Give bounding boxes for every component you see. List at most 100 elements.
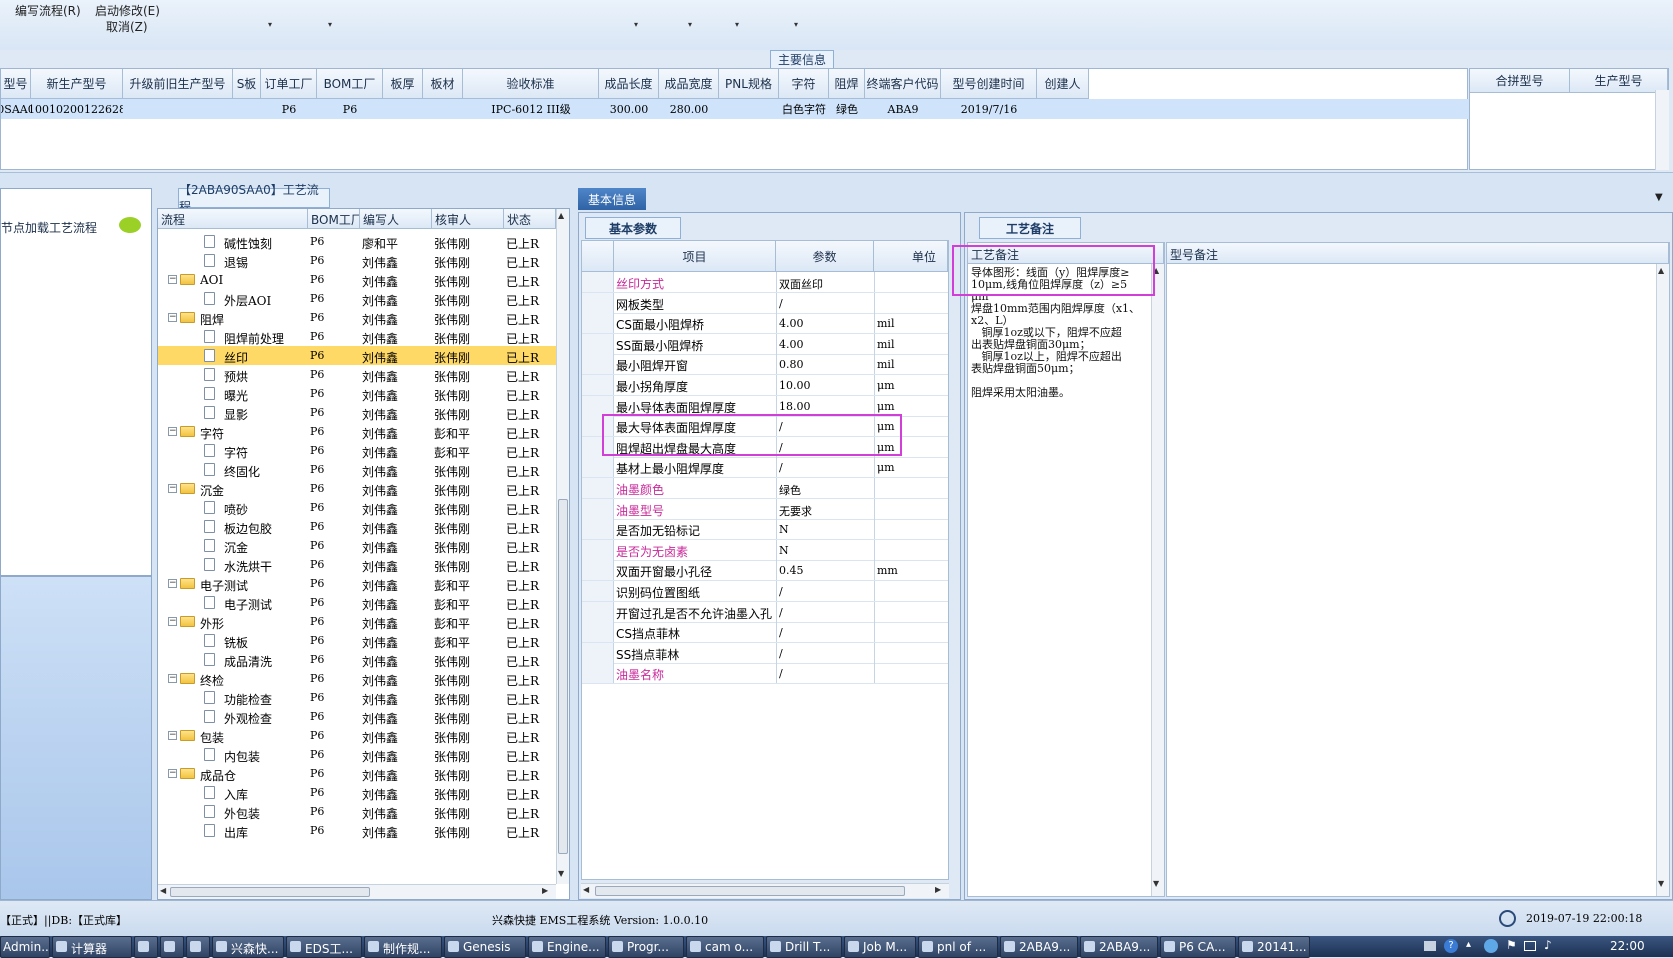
list-item[interactable]: 板边包胶 P6 刘伟鑫 张伟刚 已上R bbox=[158, 517, 556, 536]
param-value[interactable]: 4.00 bbox=[779, 317, 873, 330]
param-row[interactable]: 是否加无铅标记 N bbox=[582, 519, 948, 540]
column-header[interactable]: 单位 bbox=[874, 241, 948, 272]
param-value[interactable]: N bbox=[779, 544, 873, 557]
param-value[interactable]: / bbox=[779, 626, 873, 639]
param-value[interactable]: 无要求 bbox=[779, 503, 873, 519]
collapse-icon[interactable]: − bbox=[168, 617, 177, 626]
column-header[interactable]: 新生产型号 bbox=[31, 69, 123, 99]
collapse-icon[interactable]: − bbox=[168, 275, 177, 284]
param-row[interactable]: 网板类型 / bbox=[582, 293, 948, 314]
scrollbar-thumb[interactable] bbox=[558, 499, 568, 854]
column-header[interactable]: 状态 bbox=[504, 209, 556, 229]
column-header[interactable]: 终端客户代码 bbox=[865, 69, 941, 99]
process-notes-box[interactable]: 工艺备注 导体图形：线面（y）阻焊厚度≥ 10μm,线角位阻焊厚度（z）≥5 μm 焊… bbox=[967, 242, 1165, 897]
collapse-icon[interactable]: − bbox=[168, 579, 177, 588]
list-item[interactable]: 电子测试 P6 刘伟鑫 彭和平 已上R bbox=[158, 593, 556, 612]
column-header[interactable]: 核审人 bbox=[432, 209, 504, 229]
dropdown-arrow-icon[interactable]: ▾ bbox=[794, 20, 798, 29]
model-notes-scrollbar[interactable]: ▲ ▼ bbox=[1656, 264, 1669, 896]
list-item[interactable]: 入库 P6 刘伟鑫 张伟刚 已上R bbox=[158, 783, 556, 802]
monitor-icon[interactable] bbox=[1524, 941, 1536, 951]
param-row[interactable]: 识别码位置图纸 / bbox=[582, 581, 948, 602]
process-notes-tab[interactable]: 工艺备注 bbox=[979, 217, 1081, 239]
taskbar-button[interactable]: Progr... bbox=[608, 936, 684, 958]
model-notes-box[interactable]: 型号备注 ▲ ▼ bbox=[1166, 242, 1670, 897]
taskbar-button[interactable]: 计算器 bbox=[52, 936, 132, 958]
param-value[interactable]: / bbox=[779, 606, 873, 619]
scroll-left-icon[interactable]: ◀ bbox=[160, 886, 166, 895]
collapse-icon[interactable]: − bbox=[168, 484, 177, 493]
taskbar-button[interactable]: 兴森快... bbox=[212, 936, 284, 958]
flag-icon[interactable]: ⚑ bbox=[1506, 938, 1517, 952]
main-info-scrollbar[interactable] bbox=[1655, 90, 1669, 170]
flow-horizontal-scrollbar[interactable]: ◀ ▶ bbox=[158, 884, 556, 899]
column-header[interactable]: 项目 bbox=[614, 241, 776, 272]
column-header[interactable]: 阻焊 bbox=[829, 69, 865, 99]
start-modify-menu[interactable]: 启动修改(E) bbox=[95, 2, 160, 19]
list-item[interactable]: 预烘 P6 刘伟鑫 张伟刚 已上R bbox=[158, 365, 556, 384]
list-item[interactable]: − 沉金 P6 刘伟鑫 张伟刚 已上R bbox=[158, 479, 556, 498]
taskbar-button[interactable]: 制作规... bbox=[364, 936, 442, 958]
param-row[interactable]: 基材上最小阻焊厚度 / μm bbox=[582, 457, 948, 478]
column-header[interactable]: 板厚 bbox=[383, 69, 423, 99]
column-header[interactable]: 成品宽度 bbox=[659, 69, 719, 99]
list-item[interactable]: − 外形 P6 刘伟鑫 彭和平 已上R bbox=[158, 612, 556, 631]
basic-params-tab[interactable]: 基本参数 bbox=[585, 217, 681, 239]
network-icon[interactable] bbox=[1484, 939, 1498, 953]
list-item[interactable]: 沉金 P6 刘伟鑫 张伟刚 已上R bbox=[158, 536, 556, 555]
column-header[interactable]: 型号创建时间 bbox=[941, 69, 1037, 99]
list-item[interactable]: 喷砂 P6 刘伟鑫 张伟刚 已上R bbox=[158, 498, 556, 517]
param-row[interactable]: 最小阻焊开窗 0.80 mil bbox=[582, 354, 948, 375]
chat-bubble-icon[interactable] bbox=[119, 217, 141, 233]
collapse-icon[interactable]: − bbox=[168, 769, 177, 778]
param-row[interactable]: 双面开窗最小孔径 0.45 mm bbox=[582, 560, 948, 581]
param-row[interactable]: 油墨型号 无要求 bbox=[582, 499, 948, 520]
list-item[interactable]: − 阻焊 P6 刘伟鑫 张伟刚 已上R bbox=[158, 308, 556, 327]
dropdown-arrow-icon[interactable]: ▾ bbox=[268, 20, 272, 29]
column-header[interactable]: 验收标准 bbox=[463, 69, 599, 99]
edit-flow-menu[interactable]: 编写流程(R) bbox=[15, 2, 81, 19]
column-header[interactable]: 参数 bbox=[776, 241, 874, 272]
params-horizontal-scrollbar[interactable]: ◀ ▶ bbox=[581, 883, 949, 898]
list-item[interactable]: 曝光 P6 刘伟鑫 张伟刚 已上R bbox=[158, 384, 556, 403]
list-item[interactable]: 丝印 P6 刘伟鑫 张伟刚 已上R bbox=[158, 346, 556, 365]
help-icon[interactable]: ? bbox=[1444, 939, 1458, 953]
taskbar-button[interactable]: P6 CA... bbox=[1160, 936, 1236, 958]
scroll-up-icon[interactable]: ▲ bbox=[558, 211, 564, 220]
param-value[interactable]: 双面丝印 bbox=[779, 276, 873, 292]
param-row[interactable]: 最小拐角厚度 10.00 μm bbox=[582, 375, 948, 396]
volume-icon[interactable]: ♪ bbox=[1544, 938, 1552, 952]
column-header[interactable]: 板材 bbox=[423, 69, 463, 99]
list-item[interactable]: − 包装 P6 刘伟鑫 张伟刚 已上R bbox=[158, 726, 556, 745]
column-header[interactable]: BOM工厂 bbox=[317, 69, 383, 99]
list-item[interactable]: − 成品仓 P6 刘伟鑫 张伟刚 已上R bbox=[158, 764, 556, 783]
param-value[interactable]: / bbox=[779, 297, 873, 310]
list-item[interactable]: 显影 P6 刘伟鑫 张伟刚 已上R bbox=[158, 403, 556, 422]
param-value[interactable]: 4.00 bbox=[779, 338, 873, 351]
list-item[interactable]: 字符 P6 刘伟鑫 彭和平 已上R bbox=[158, 441, 556, 460]
param-value[interactable]: 18.00 bbox=[779, 400, 873, 413]
basic-info-tab[interactable]: 基本信息 bbox=[578, 188, 646, 210]
list-item[interactable]: 终固化 P6 刘伟鑫 张伟刚 已上R bbox=[158, 460, 556, 479]
list-item[interactable]: 铣板 P6 刘伟鑫 彭和平 已上R bbox=[158, 631, 556, 650]
scroll-down-icon[interactable]: ▼ bbox=[1153, 879, 1159, 888]
param-value[interactable]: / bbox=[779, 585, 873, 598]
list-item[interactable]: 出库 P6 刘伟鑫 张伟刚 已上R bbox=[158, 821, 556, 840]
param-row[interactable]: 油墨颜色 绿色 bbox=[582, 478, 948, 499]
column-header[interactable]: 升级前旧生产型号 bbox=[123, 69, 233, 99]
list-item[interactable]: 成品清洗 P6 刘伟鑫 张伟刚 已上R bbox=[158, 650, 556, 669]
scroll-down-icon[interactable]: ▼ bbox=[1658, 879, 1664, 888]
taskbar-button[interactable]: Genesis bbox=[444, 936, 526, 958]
collapse-icon[interactable]: − bbox=[168, 313, 177, 322]
list-item[interactable]: − 电子测试 P6 刘伟鑫 彭和平 已上R bbox=[158, 574, 556, 593]
taskbar-button[interactable]: 2ABA9... bbox=[1000, 936, 1078, 958]
collapse-icon[interactable]: − bbox=[168, 731, 177, 740]
cancel-menu[interactable]: 取消(Z) bbox=[106, 18, 148, 35]
list-item[interactable]: 碱性蚀刻 P6 廖和平 张伟刚 已上R bbox=[158, 232, 556, 251]
column-header[interactable]: 成品长度 bbox=[599, 69, 659, 99]
taskbar-button[interactable]: EDS工... bbox=[286, 936, 362, 958]
param-row[interactable]: 开窗过孔是否不允许油墨入孔 / bbox=[582, 602, 948, 623]
param-value[interactable]: / bbox=[779, 667, 873, 680]
list-item[interactable]: 阻焊前处理 P6 刘伟鑫 张伟刚 已上R bbox=[158, 327, 556, 346]
param-value[interactable]: 绿色 bbox=[779, 482, 873, 498]
